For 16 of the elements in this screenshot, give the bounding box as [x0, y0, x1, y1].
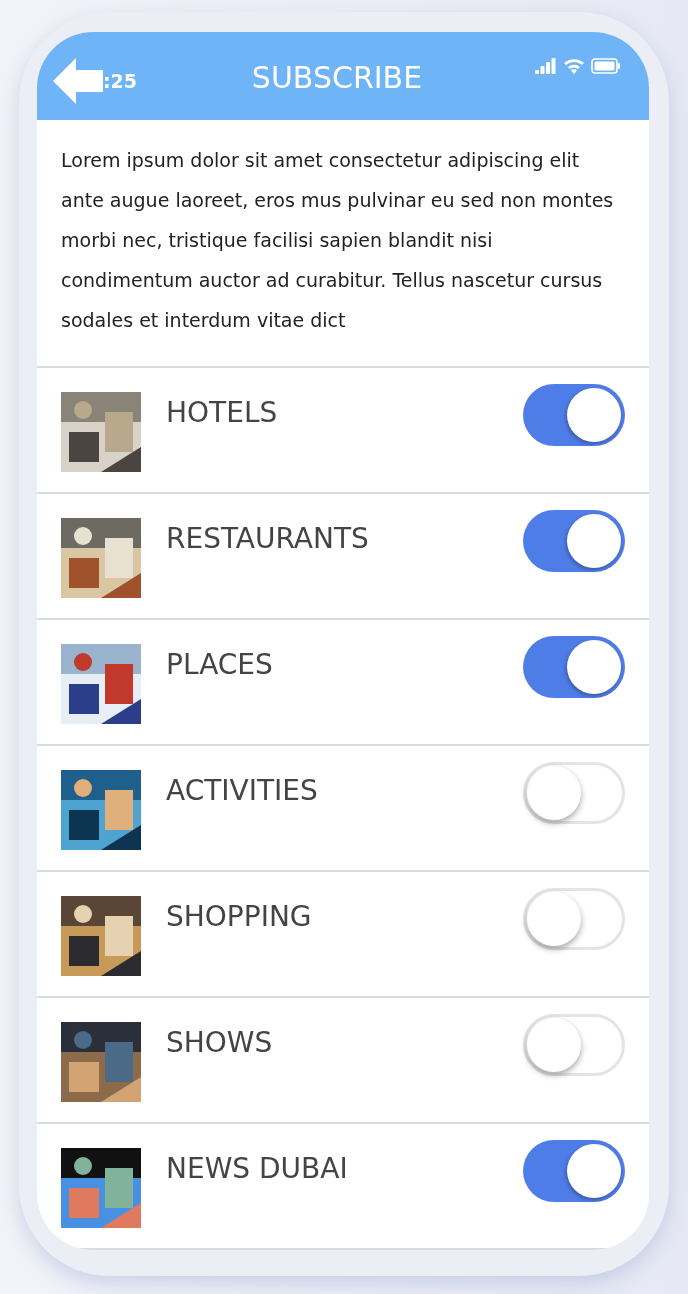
toggle-switch[interactable] [523, 762, 625, 824]
status-time: :25 [103, 70, 138, 92]
category-label: NEWS DUBAI [166, 1152, 349, 1185]
toggle-switch[interactable] [523, 1014, 625, 1076]
signal-icon [535, 58, 557, 74]
category-label: SHOWS [166, 1026, 274, 1059]
category-label: ACTIVITIES [166, 774, 319, 807]
category-label: SHOPPING [166, 900, 313, 933]
description-text: Lorem ipsum dolor sit amet consectetur adipiscing elit ante augue laoreet, eros mus pulvinar eu sed non montes morbi nec, tristique facilisi sapien blandit nisi condimentum auctor ad curabitur. Tellus nascetur cursus sodales et interdum vitae dict [37, 120, 649, 368]
screen-title: SUBSCRIBE [250, 60, 424, 95]
category-label: PLACES [166, 648, 274, 681]
wifi-icon [563, 58, 585, 74]
battery-icon [591, 58, 621, 74]
category-label: HOTELS [166, 396, 279, 429]
category-label: RESTAURANTS [166, 522, 370, 555]
toggle-switch[interactable] [523, 888, 625, 950]
